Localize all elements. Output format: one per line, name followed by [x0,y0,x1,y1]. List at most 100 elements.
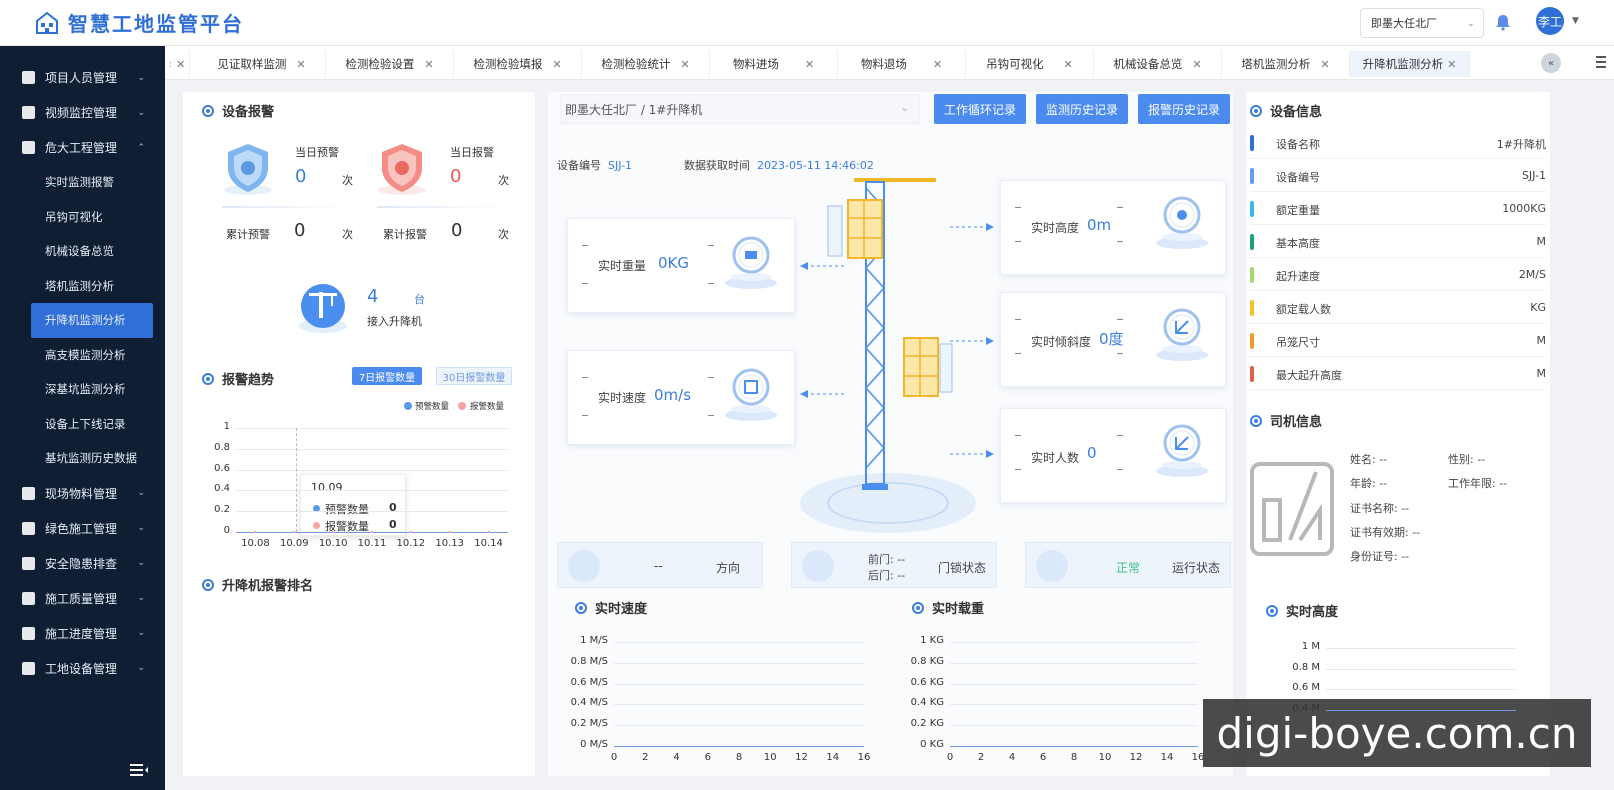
tab-hook[interactable]: 吊钩可视化 ✕ [966,51,1094,77]
info-value: M [1536,367,1547,380]
x-tick-label: 6 [1039,752,1047,763]
tab-test-settings[interactable]: 检测检验设置 ✕ [326,51,454,77]
day-alarm-label: 当日报警 [450,146,494,159]
range-7day-button[interactable]: 7日报警数量 [352,367,422,385]
tab-material-in[interactable]: 物料进场 ✕ [710,51,838,77]
people-label: 实时人数 [1031,451,1080,465]
tab-test-fill[interactable]: 检测检验填报 ✕ [454,51,582,77]
warning-shield-icon [224,144,272,195]
caret-down-icon[interactable]: ▼ [1572,16,1579,26]
close-icon[interactable]: ✕ [1447,58,1456,71]
ranking-title: 升降机报警排名 [202,575,313,594]
speed-gauge-icon [725,368,777,421]
more-menu-icon[interactable] [1595,54,1607,70]
tabs-collapse-button[interactable]: « [1541,53,1561,73]
menu-fold-icon[interactable] [130,764,148,776]
building-logo-icon [36,11,58,34]
chevron-up-icon: ⌃ [137,142,145,153]
logo[interactable]: 智慧工地监管平台 [34,8,244,37]
title-text: 实时高度 [1286,605,1339,620]
close-icon[interactable]: ✕ [1064,58,1073,71]
sidebar-item-video[interactable]: 视频监控管理 ⌄ [0,95,165,130]
tab-test-stats[interactable]: 检测检验统计 ✕ [582,51,710,77]
sidebar-sub-tower[interactable]: 塔机监测分析 [0,269,165,304]
arrow-right-icon [950,450,994,458]
total-warn-label: 累计预警 [226,228,270,241]
sidebar-item-personnel[interactable]: 项目人员管理 ⌄ [0,60,165,95]
data-point [409,531,412,533]
tab-elevator[interactable]: 升降机监测分析 ✕ [1350,51,1470,77]
sidebar-item-label: 项目人员管理 [45,71,118,85]
sidebar-sub-machine[interactable]: 机械设备总览 [0,234,165,269]
sidebar-sub-online-log[interactable]: 设备上下线记录 [0,407,165,442]
sidebar-item-material[interactable]: 现场物料管理 ⌄ [0,476,165,511]
x-tick-label: 4 [673,752,680,763]
close-icon[interactable]: ✕ [424,58,433,71]
monitor-history-button[interactable]: 监测历史记录 [1036,94,1128,124]
chevron-down-icon: ⌄ [137,488,145,498]
tower-crane-icon [299,284,347,333]
tab-material-out[interactable]: 物料退场 ✕ [838,51,966,77]
x-tick-label: 10.08 [241,538,270,549]
sidebar-sub-hook[interactable]: 吊钩可视化 [0,200,165,235]
x-tick-label: 6 [704,752,711,763]
tab-witness[interactable]: 见证取样监测 ✕ [198,51,326,77]
driver-name: 姓名: -- [1350,453,1388,466]
total-alarm-label: 累计报警 [383,228,427,241]
sidebar-item-label: 危大工程管理 [45,141,118,155]
x-tick-label: 16 [1191,752,1205,763]
arrow-right-icon [950,223,994,231]
avatar[interactable]: 李工 [1536,7,1564,35]
x-tick-label: 8 [735,752,743,763]
sidebar-item-green[interactable]: 绿色施工管理 ⌄ [0,511,165,546]
weight-card: 实时重量 0KG [567,218,795,313]
unit: 次 [342,228,353,241]
close-icon[interactable]: ✕ [296,58,305,71]
people-value: 0 [1087,444,1097,462]
chevron-down-icon: ⌄ [137,107,145,118]
sidebar-item-safety[interactable]: 安全隐患排查 ⌄ [0,546,165,581]
tab-label: 物料退场 [860,57,907,71]
title-text: 升降机报警排名 [222,579,314,594]
close-icon[interactable]: ✕ [176,58,185,71]
sidebar-item-progress[interactable]: 施工进度管理 ⌄ [0,616,165,651]
sidebar-sub-pit-history[interactable]: 基坑监测历史数据 [0,441,165,476]
work-cycle-button[interactable]: 工作循环记录 [934,94,1026,124]
user-icon [22,661,35,675]
x-tick-label: 10 [763,752,777,763]
close-icon[interactable]: ✕ [933,58,942,71]
sidebar-item-hazard[interactable]: 危大工程管理 ⌃ [0,130,165,165]
sidebar-sub-pit[interactable]: 深基坑监测分析 [0,372,165,407]
bell-icon[interactable] [1494,13,1512,31]
tooltip-alarm-dot [313,522,320,529]
alarm-history-button[interactable]: 报警历史记录 [1138,94,1230,124]
tab-overflow-left[interactable]: : ✕ [165,51,190,77]
close-icon[interactable]: ✕ [552,58,561,71]
x-tick-label: 4 [1008,752,1016,763]
sidebar-item-equipment[interactable]: 工地设备管理 ⌄ [0,651,165,686]
tab-machine[interactable]: 机械设备总览 ✕ [1094,51,1222,77]
close-icon[interactable]: ✕ [1320,58,1329,71]
sidebar-sub-elevator[interactable]: 升降机监测分析 [31,303,153,338]
title-text: 司机信息 [1270,415,1323,430]
target-icon [1266,604,1278,617]
dash [1015,241,1021,242]
range-30day-button[interactable]: 30日报警数量 [436,367,512,385]
tab-tower[interactable]: 塔机监测分析 ✕ [1222,51,1350,77]
sidebar-sub-realtime-alarm[interactable]: 实时监测报警 [0,165,165,200]
sidebar-sub-formwork[interactable]: 高支模监测分析 [0,338,165,373]
info-row: 起升速度 2M/S [1250,259,1546,291]
x-tick-label: 10 [1098,752,1112,763]
y-tick-label: 0.6 M/S [570,676,608,688]
device-select[interactable]: 即墨大任北厂 / 1#升降机 ⌄ [560,94,920,124]
x-tick-label: 10.13 [435,538,465,549]
box-icon [22,486,35,500]
close-icon[interactable]: ✕ [805,58,814,71]
site-select[interactable]: 即墨大任北厂 ⌄ [1360,8,1484,38]
door-front: 前门: -- [868,553,906,566]
target-icon [1250,104,1262,117]
close-icon[interactable]: ✕ [1192,58,1201,71]
sidebar-item-quality[interactable]: 施工质量管理 ⌄ [0,581,165,616]
close-icon[interactable]: ✕ [680,58,689,71]
tab-label: 塔机监测分析 [1241,57,1311,71]
